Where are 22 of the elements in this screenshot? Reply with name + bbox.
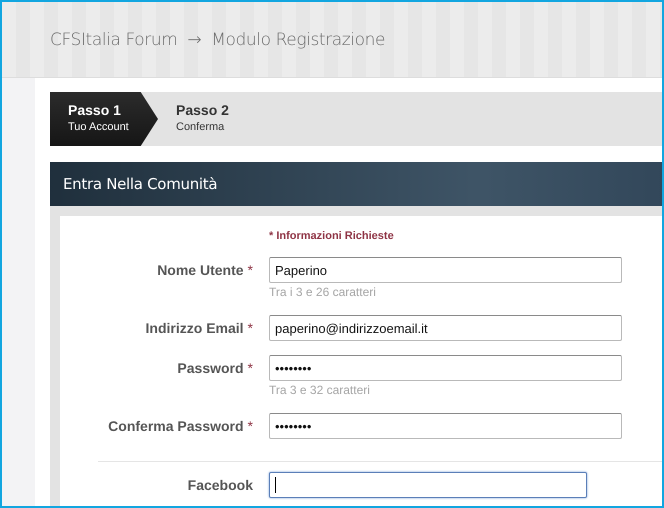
input-field[interactable]: Paperino xyxy=(269,257,622,283)
field-label: Indirizzo Email xyxy=(146,320,244,336)
required-mark: * xyxy=(248,262,253,278)
input-field[interactable]: paperino@indirizzoemail.it xyxy=(269,315,622,341)
required-mark: * xyxy=(248,360,253,376)
required-note: * Informazioni Richieste xyxy=(269,230,395,242)
field-hint: Tra i 3 e 26 caratteri xyxy=(269,285,377,299)
page-title: Modulo Registrazione xyxy=(211,30,386,50)
breadcrumb-separator: → xyxy=(187,30,202,50)
text-cursor xyxy=(275,477,276,493)
field-label: Conferma Password xyxy=(108,418,244,434)
required-mark: * xyxy=(248,418,253,434)
input-field[interactable] xyxy=(269,472,587,498)
required-mark: * xyxy=(248,320,253,336)
input-field[interactable]: •••••••• xyxy=(269,413,622,439)
breadcrumb-link[interactable]: CFSItalia Forum xyxy=(50,30,178,50)
field-label: Nome Utente xyxy=(157,262,244,278)
field-label: Password xyxy=(177,360,244,376)
field-hint: Tra 3 e 32 caratteri xyxy=(269,383,371,397)
field-label: Facebook xyxy=(188,477,253,493)
input-field[interactable]: •••••••• xyxy=(269,355,622,381)
panel-title: Entra Nella Comunità xyxy=(63,175,218,193)
